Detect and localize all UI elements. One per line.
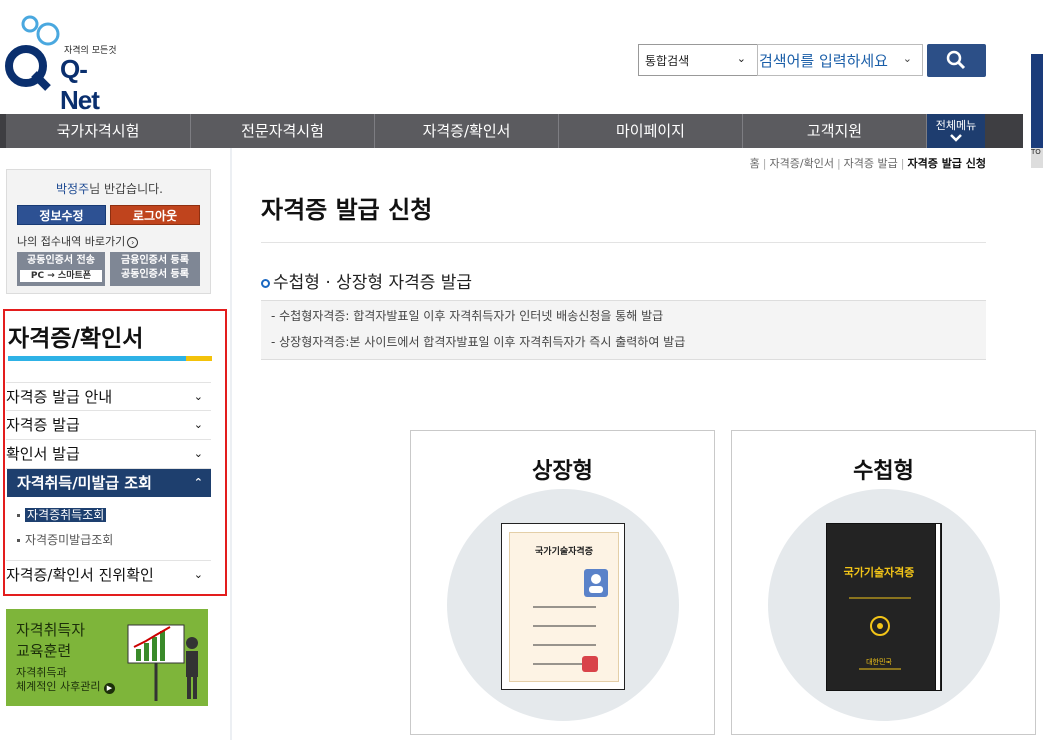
card-award-type[interactable]: 상장형 국가기술자격증 [410,430,715,735]
banner-line1: 자격취득자 [16,621,86,639]
chevron-down-icon: ⌄ [902,52,912,65]
gnb-filler [985,114,1023,148]
snb-item-label: 확인서 발급 [6,445,80,463]
snb-sub-label: 자격증취득조회 [25,508,107,522]
cert-transfer-sub: PC → 스마트폰 [20,270,102,282]
banner-line2: 교육훈련 [16,642,72,660]
section-heading: 수첩형 · 상장형 자격증 발급 [261,268,472,293]
all-menu-label: 전체메뉴 [935,119,977,132]
search-input[interactable]: 검색어를 입력하세요 ⌄ [757,44,923,76]
section-nav: 자격증/확인서 자격증 발급 안내 ⌄ 자격증 발급 ⌄ 확인서 발급 ⌄ 자격취득/… [3,309,227,596]
chevron-down-icon: ⌄ [736,52,746,65]
breadcrumb-current: 자격증 발급 신청 [907,157,987,170]
snb-item-label: 자격증/확인서 진위확인 [6,566,154,584]
logo-text: Q-Net [60,54,100,115]
breadcrumb-home[interactable]: 홈 [750,157,760,170]
info-line: - 수첩형자격증: 합격자발표일 이후 자격취득자가 인터넷 배송신청을 통해 … [271,309,664,323]
snb-active-label: 자격취득/미발급 조회 [17,474,152,492]
card-booklet-type[interactable]: 수첩형 국가기술자격증 대한민국 [731,430,1036,735]
edit-info-button[interactable]: 정보수정 [17,205,106,225]
presentation-chart-icon [127,624,198,701]
gnb-item-national-exam[interactable]: 국가자격시험 [0,114,191,148]
page-title: 자격증 발급 신청 [261,196,433,224]
snb-sub-unissued[interactable]: 자격증미발급조회 [17,531,113,548]
bullet [17,539,20,542]
training-banner[interactable]: 자격취득자 교육훈련 자격취득과 체계적인 사후관리 ▶ [6,609,208,706]
divider [261,242,986,243]
ring-bullet-icon [261,278,270,288]
section-nav-title: 자격증/확인서 [8,326,144,352]
logout-button[interactable]: 로그아웃 [110,205,200,225]
user-box: 박정주님 반갑습니다. 정보수정 로그아웃 나의 접수내역 바로가기 › 공동인증… [6,169,211,294]
info-box: - 수첩형자격증: 합격자발표일 이후 자격취득자가 인터넷 배송신청을 통해 … [261,300,986,360]
breadcrumb-item[interactable]: 자격증/확인서 [770,157,834,170]
search-icon [946,50,966,70]
title-underline-yellow [186,356,212,361]
search-button[interactable] [927,44,986,77]
global-nav: 국가자격시험 전문자격시험 자격증/확인서 마이페이지 고객지원 전체메뉴 [0,114,1023,148]
top-button[interactable]: TO [1031,148,1043,168]
gnb-item-support[interactable]: 고객지원 [743,114,927,148]
snb-sub-label: 자격증미발급조회 [25,533,114,547]
card-title: 상장형 [532,459,593,484]
snb-item-label: 자격증 발급 [6,416,80,434]
banner-line4-text: 체계적인 사후관리 [16,680,101,693]
certificate-lines-icon [533,569,608,672]
search-scope-select[interactable]: 통합검색 ⌄ [638,44,758,76]
snb-sub-acquisition[interactable]: 자격증취득조회 [17,506,107,523]
all-menu-button[interactable]: 전체메뉴 [927,114,985,148]
snb-item-label: 자격증 발급 안내 [6,388,113,406]
info-line: - 상장형자격증:본 사이트에서 합격자발표일 이후 자격취득자가 즉시 출력하… [271,335,686,349]
gnb-item-certificate[interactable]: 자격증/확인서 [375,114,559,148]
title-underline-blue [8,356,186,361]
certificate-inner: 국가기술자격증 [509,532,619,682]
play-icon: ▶ [103,683,115,694]
cert-register-line1: 금융인증서 등록 [121,255,189,266]
snb-item-issue-guide[interactable]: 자격증 발급 안내 ⌄ [6,382,211,411]
booklet-subtitle: 대한민국 [866,658,892,666]
arrow-right-icon: › [127,237,139,248]
search-placeholder: 검색어를 입력하세요 [759,52,888,70]
cert-register-button[interactable]: 금융인증서 등록 공동인증서 등록 [110,252,200,286]
chevron-down-icon: ⌄ [193,447,203,460]
greeting: 님 반갑습니다. [89,182,163,196]
left-sidebar: 박정주님 반갑습니다. 정보수정 로그아웃 나의 접수내역 바로가기 › 공동인증… [0,148,232,740]
booklet-icon: 국가기술자격증 대한민국 [826,523,942,691]
qnet-logo-icon [5,15,60,91]
booklet-spine [935,524,940,690]
qnet-logo[interactable]: 자격의 모든것 Q-Net [4,14,124,115]
section-heading-text: 수첩형 · 상장형 자격증 발급 [273,273,473,293]
cert-transfer-label: 공동인증서 전송 [27,255,95,266]
welcome-text: 박정주님 반갑습니다. [7,180,212,197]
snb-item-acquisition-lookup[interactable]: 자격취득/미발급 조회 ⌃ [7,469,211,497]
gnb-item-mypage[interactable]: 마이페이지 [559,114,743,148]
snb-item-verify[interactable]: 자격증/확인서 진위확인 ⌄ [6,560,211,589]
gnb-item-professional-exam[interactable]: 전문자격시험 [191,114,375,148]
page: 자격의 모든것 Q-Net 통합검색 ⌄ 검색어를 입력하세요 ⌄ TO 국가자… [0,0,1043,740]
search-scope-value: 통합검색 [645,54,690,68]
snb-item-confirmation[interactable]: 확인서 발급 ⌄ [6,440,211,469]
recent-link-label: 나의 접수내역 바로가기 [17,235,126,248]
cert-register-line2: 공동인증서 등록 [121,269,189,280]
card-title: 수첩형 [853,459,914,484]
banner-line3-text: 자격취득과 [16,666,67,679]
chevron-down-icon: ⌄ [193,568,203,581]
chevron-down-icon: ⌄ [193,390,203,403]
banner-line3: 자격취득과 체계적인 사후관리 ▶ [16,666,115,694]
snb-item-issue[interactable]: 자격증 발급 ⌄ [6,411,211,440]
chevron-up-icon: ⌃ [193,476,203,489]
bullet [17,514,20,517]
recent-applications-link[interactable]: 나의 접수내역 바로가기 › [17,233,139,249]
breadcrumb: 홈 | 자격증/확인서 | 자격증 발급 | 자격증 발급 신청 [749,157,987,170]
chevron-down-icon: ⌄ [193,418,203,431]
breadcrumb-item[interactable]: 자격증 발급 [844,157,898,170]
certificate-paper-icon: 국가기술자격증 [501,523,625,690]
user-name: 박정주 [56,182,90,196]
chevron-down-icon [950,134,962,142]
cert-transfer-button[interactable]: 공동인증서 전송 PC → 스마트폰 [17,252,105,286]
